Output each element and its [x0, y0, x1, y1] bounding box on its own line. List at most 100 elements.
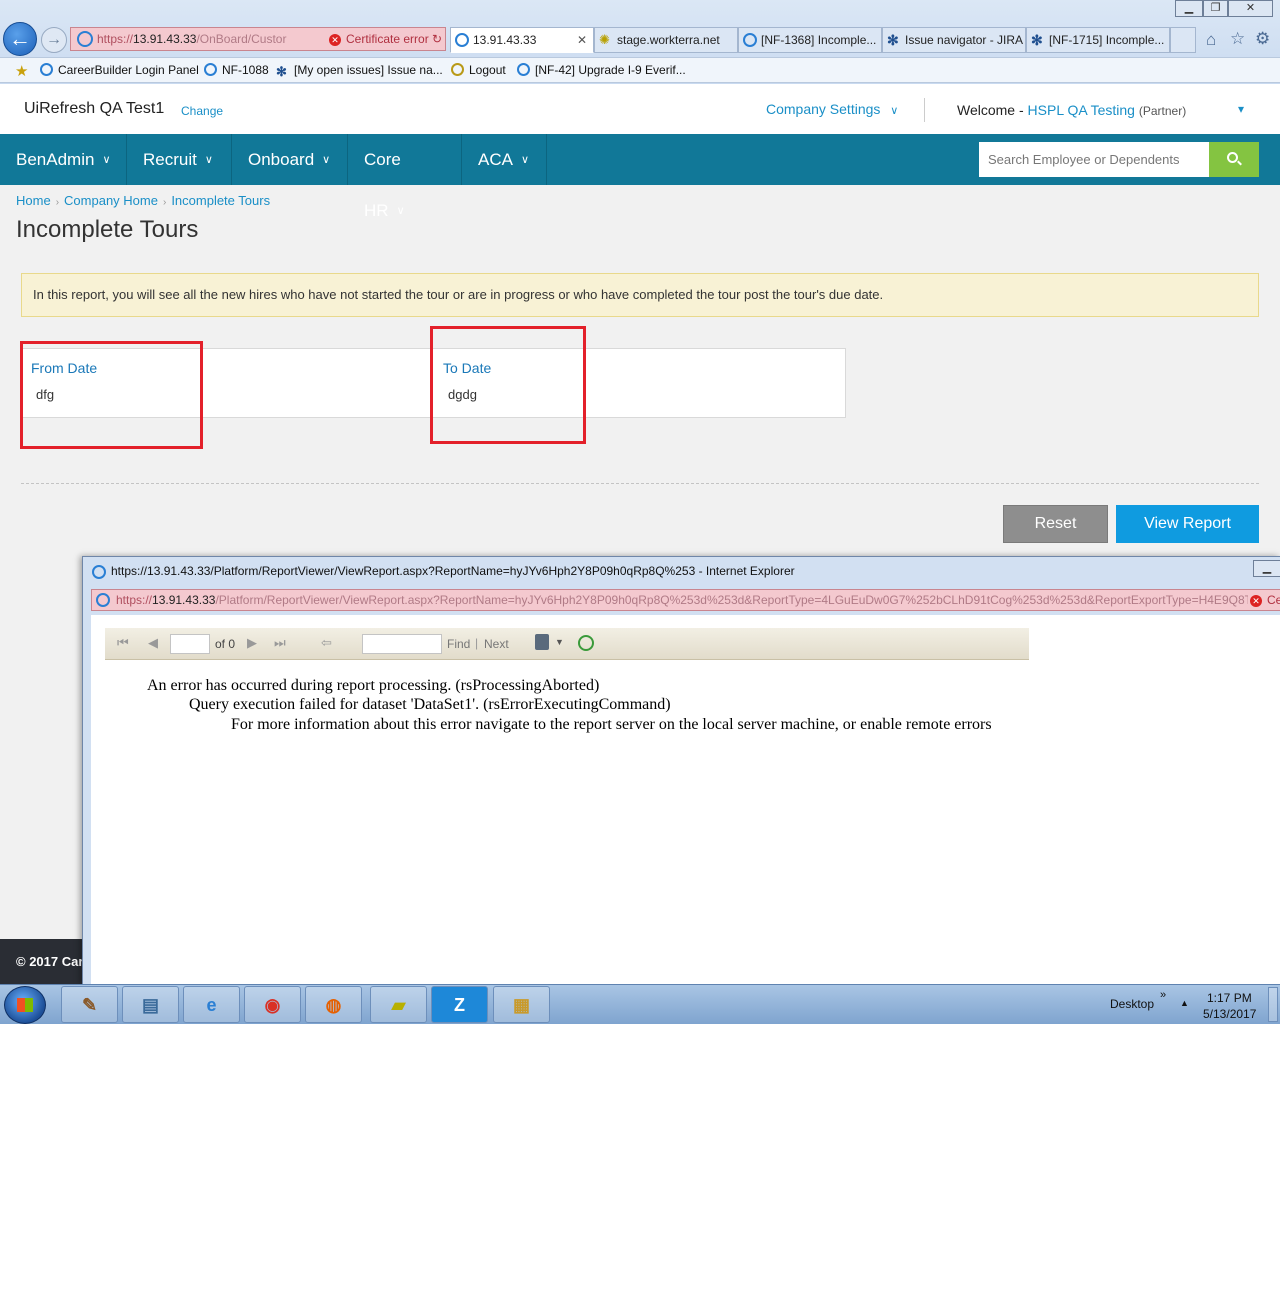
tab-stage-workterra[interactable]: ✺ stage.workterra.net	[594, 27, 738, 53]
nav-onboard[interactable]: Onboard ∨	[232, 134, 348, 185]
tab-nf-1715[interactable]: ✻ [NF-1715] Incomple...	[1026, 27, 1170, 53]
address-path: /OnBoard/Custor	[196, 32, 287, 46]
next-page-icon[interactable]: ▶	[247, 635, 257, 651]
view-report-button[interactable]: View Report	[1116, 505, 1259, 543]
user-menu-caret-icon[interactable]: ▾	[1238, 102, 1244, 116]
page-count: of 0	[215, 637, 236, 651]
chevron-right-icon: ›	[55, 197, 60, 208]
favorites-add-icon[interactable]: ★	[15, 62, 28, 80]
ie-icon	[77, 31, 93, 47]
main-nav: BenAdmin ∨ Recruit ∨ Onboard ∨ Core HR ∨ ACA…	[0, 134, 1280, 220]
gear-icon[interactable]: ⚙	[1255, 29, 1270, 49]
favorites-star-icon[interactable]: ☆	[1230, 29, 1245, 49]
favorite-nf-1088[interactable]: NF-1088	[204, 62, 269, 78]
breadcrumb-incomplete-tours[interactable]: Incomplete Tours	[171, 193, 270, 208]
certificate-error[interactable]: ✕ Certificate error ↻	[325, 28, 443, 50]
highlight-box-to-date	[430, 326, 586, 444]
report-viewer-window: https://13.91.43.33/Platform/ReportViewe…	[82, 556, 1280, 985]
firefox-icon[interactable]: ◍	[305, 986, 362, 1023]
paint-icon[interactable]: ✎	[61, 986, 118, 1023]
tray-expand-icon[interactable]: ▲	[1180, 998, 1189, 1008]
favorite-label: Logout	[469, 63, 506, 77]
minimize-button[interactable]: ▁	[1253, 560, 1280, 577]
find-text-input[interactable]	[362, 634, 442, 654]
welcome-prefix: Welcome -	[957, 102, 1024, 118]
new-tab-button[interactable]	[1170, 27, 1196, 53]
tab-label: 13.91.43.33	[473, 33, 537, 47]
z-app-icon[interactable]: Z	[431, 986, 488, 1023]
ie-icon	[92, 565, 106, 579]
jira-icon: ✻	[276, 64, 287, 79]
favorite-my-open-issues[interactable]: ✻ [My open issues] Issue na...	[276, 62, 443, 78]
first-page-icon[interactable]: ⏮	[117, 635, 129, 651]
breadcrumb-company-home[interactable]: Company Home	[64, 193, 158, 208]
breadcrumb-home[interactable]: Home	[16, 193, 51, 208]
info-banner: In this report, you will see all the new…	[21, 273, 1259, 317]
favorite-logout[interactable]: Logout	[451, 62, 506, 78]
report-toolbar: ⏮ ◀ of 0 ▶ ⏭ ⇦ Find | Next ▼	[105, 628, 1029, 660]
tab-issue-navigator[interactable]: ✻ Issue navigator - JIRA	[882, 27, 1026, 53]
nav-label: Recruit	[143, 150, 197, 169]
desktop-toolbar-label[interactable]: Desktop	[1110, 997, 1154, 1011]
restore-button[interactable]: ❐	[1203, 0, 1228, 17]
nav-label: BenAdmin	[16, 150, 95, 169]
favorites-bar: ★ CareerBuilder Login Panel NF-1088 ✻ [My…	[0, 57, 1280, 83]
favorite-nf-42[interactable]: [NF-42] Upgrade I-9 Everif...	[517, 62, 686, 78]
nav-benadmin[interactable]: BenAdmin ∨	[0, 134, 127, 185]
breadcrumb: Home › Company Home › Incomplete Tours	[16, 193, 270, 208]
close-icon[interactable]: ✕	[577, 28, 587, 52]
search-input[interactable]	[979, 142, 1210, 177]
nav-core-hr[interactable]: Core HR ∨	[348, 134, 462, 220]
clock-date[interactable]: 5/13/2017	[1203, 1007, 1256, 1021]
ie-icon	[96, 593, 110, 607]
home-icon[interactable]: ⌂	[1206, 30, 1216, 50]
error-message-1: An error has occurred during report proc…	[147, 677, 600, 694]
nav-aca[interactable]: ACA ∨	[462, 134, 547, 185]
popup-address-bar[interactable]: https://13.91.43.33/Platform/ReportViewe…	[91, 589, 1280, 611]
change-company-link[interactable]: Change	[181, 104, 223, 118]
jira-icon: ✻	[1031, 32, 1043, 48]
start-button[interactable]	[4, 986, 46, 1024]
search-button[interactable]	[1209, 142, 1259, 177]
tab-label: [NF-1715] Incomple...	[1049, 33, 1165, 47]
find-link[interactable]: Find	[447, 637, 470, 651]
clock-time[interactable]: 1:17 PM	[1207, 991, 1252, 1005]
explorer-icon[interactable]: ▦	[493, 986, 550, 1023]
chrome-icon[interactable]: ◉	[244, 986, 301, 1023]
double-chevron-icon[interactable]: »	[1160, 989, 1166, 1001]
minimize-button[interactable]: ▁	[1175, 0, 1203, 17]
report-content: ⏮ ◀ of 0 ▶ ⏭ ⇦ Find | Next ▼ An error ha…	[91, 615, 1280, 985]
back-to-parent-icon[interactable]: ⇦	[321, 635, 332, 651]
show-desktop-button[interactable]	[1268, 987, 1278, 1022]
error-message-2: Query execution failed for dataset 'Data…	[189, 696, 671, 713]
nav-recruit[interactable]: Recruit ∨	[127, 134, 232, 185]
stickynotes-icon[interactable]: ▰	[370, 986, 427, 1023]
reset-button[interactable]: Reset	[1003, 505, 1108, 543]
user-name[interactable]: HSPL QA Testing	[1028, 102, 1135, 118]
nav-label: Onboard	[248, 150, 315, 169]
find-next-link[interactable]: Next	[484, 637, 509, 651]
tab-nf-1368[interactable]: [NF-1368] Incomple...	[738, 27, 882, 53]
close-window-button[interactable]: ✕	[1228, 0, 1273, 17]
address-scheme: https://	[97, 32, 134, 46]
certificate-error[interactable]: ✕ Ce	[1248, 590, 1280, 610]
back-button[interactable]: ←	[3, 22, 37, 56]
page-number-input[interactable]	[170, 634, 210, 654]
chevron-down-icon: ∨	[520, 154, 530, 166]
company-settings-menu[interactable]: Company Settings ∨	[766, 101, 898, 117]
chevron-down-icon[interactable]: ▼	[555, 637, 564, 647]
refresh-icon[interactable]	[578, 635, 594, 651]
address-bar[interactable]: https://13.91.43.33/OnBoard/Custor ✕ Cert…	[70, 27, 446, 51]
favorite-careerbuilder[interactable]: CareerBuilder Login Panel	[40, 62, 199, 78]
export-icon[interactable]	[535, 634, 549, 650]
forward-button[interactable]: →	[41, 27, 67, 53]
nav-label: ACA	[478, 150, 513, 169]
ie-icon	[517, 63, 530, 76]
tab-13-91-43-33[interactable]: 13.91.43.33 ✕	[450, 27, 594, 53]
previous-page-icon[interactable]: ◀	[148, 635, 158, 651]
notepad-icon[interactable]: ▤	[122, 986, 179, 1023]
address-path: /Platform/ReportViewer/ViewReport.aspx?R…	[215, 593, 1278, 607]
ie-icon[interactable]: e	[183, 986, 240, 1023]
taskbar: ✎ ▤ e ◉ ◍ ▰ Z ▦ Desktop » ▲ 1:17 PM 5/13…	[0, 984, 1280, 1024]
last-page-icon[interactable]: ⏭	[274, 635, 286, 651]
